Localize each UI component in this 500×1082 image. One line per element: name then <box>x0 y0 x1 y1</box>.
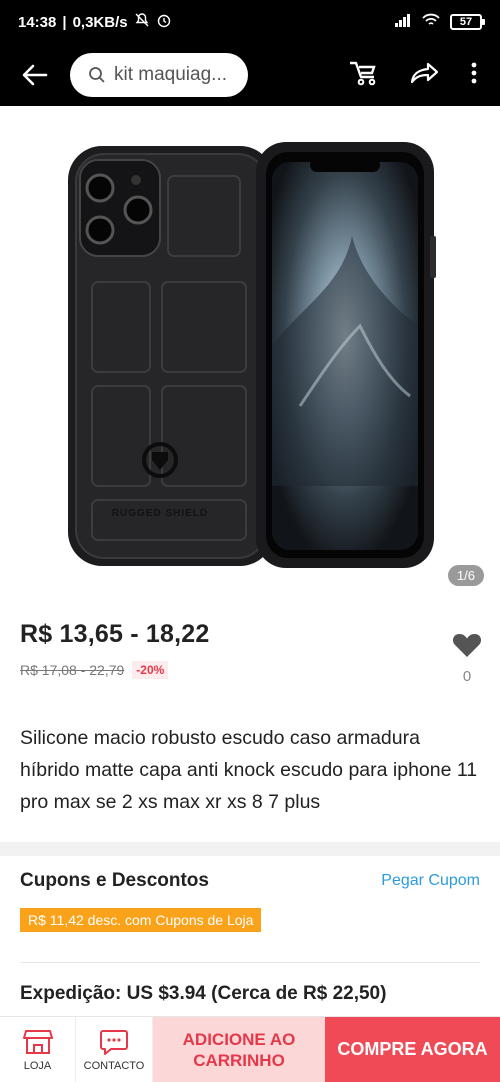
buy-now-button[interactable]: COMPRE AGORA <box>325 1017 500 1082</box>
store-icon <box>22 1029 53 1054</box>
contact-label: CONTACTO <box>83 1059 145 1072</box>
cart-icon <box>350 61 376 85</box>
svg-text:RUGGED SHIELD: RUGGED SHIELD <box>112 508 208 519</box>
search-input[interactable]: kit maquiag... <box>70 53 248 97</box>
coupons-title: Cupons e Descontos <box>20 870 209 891</box>
product-image: RUGGED SHIELD <box>68 142 436 568</box>
signal-icon <box>394 13 412 31</box>
more-button[interactable] <box>470 61 478 90</box>
shipping-info[interactable]: Expedição: US $3.94 (Cerca de R$ 22,50) <box>20 983 386 1005</box>
cart-button[interactable] <box>348 59 380 92</box>
heart-icon <box>452 634 482 657</box>
store-label: LOJA <box>23 1059 52 1072</box>
alarm-icon <box>156 12 172 32</box>
share-icon <box>410 62 439 83</box>
status-time: 14:38 <box>18 13 57 31</box>
discount-badge: -20% <box>132 661 169 679</box>
battery-icon: 57 <box>450 14 485 30</box>
divider <box>20 962 480 963</box>
old-price: R$ 17,08 - 22,79 <box>20 662 125 678</box>
status-speed: 0,3KB/s <box>72 13 128 31</box>
wishlist-count: 0 <box>462 668 472 685</box>
product-title: Silicone macio robusto escudo caso armad… <box>20 727 478 813</box>
price-range: R$ 13,65 - 18,22 <box>20 620 210 648</box>
store-button[interactable]: LOJA <box>0 1017 76 1082</box>
wishlist-button[interactable]: 0 <box>452 632 482 685</box>
chat-icon <box>100 1029 128 1055</box>
contact-button[interactable]: CONTACTO <box>76 1017 153 1082</box>
search-icon <box>89 67 105 83</box>
back-button[interactable] <box>0 44 70 106</box>
bottom-action-bar: LOJA CONTACTO ADICIONE AO CARRINHO COMPR… <box>0 1016 500 1082</box>
wifi-icon <box>422 13 440 31</box>
back-arrow-icon <box>22 64 48 86</box>
add-to-cart-button[interactable]: ADICIONE AO CARRINHO <box>153 1017 325 1082</box>
coupons-section: Cupons e Descontos Pegar Cupom R$ 11,42 … <box>20 870 480 932</box>
top-bar: kit maquiag... <box>0 44 500 106</box>
image-counter: 1/6 <box>447 565 484 586</box>
get-coupon-link[interactable]: Pegar Cupom <box>381 872 480 890</box>
coupon-chip[interactable]: R$ 11,42 desc. com Cupons de Loja <box>20 908 262 932</box>
mute-icon <box>134 12 150 32</box>
section-divider <box>0 842 500 856</box>
price-block: R$ 13,65 - 18,22 R$ 17,08 - 22,79 -20% <box>20 620 480 679</box>
search-text: kit maquiag... <box>114 64 227 85</box>
share-button[interactable] <box>410 61 440 90</box>
product-image-gallery[interactable]: RUGGED SHIELD 1/6 <box>0 106 500 596</box>
status-bar: 14:38 | 0,3KB/s 57 <box>0 0 500 44</box>
more-vertical-icon <box>471 62 477 83</box>
